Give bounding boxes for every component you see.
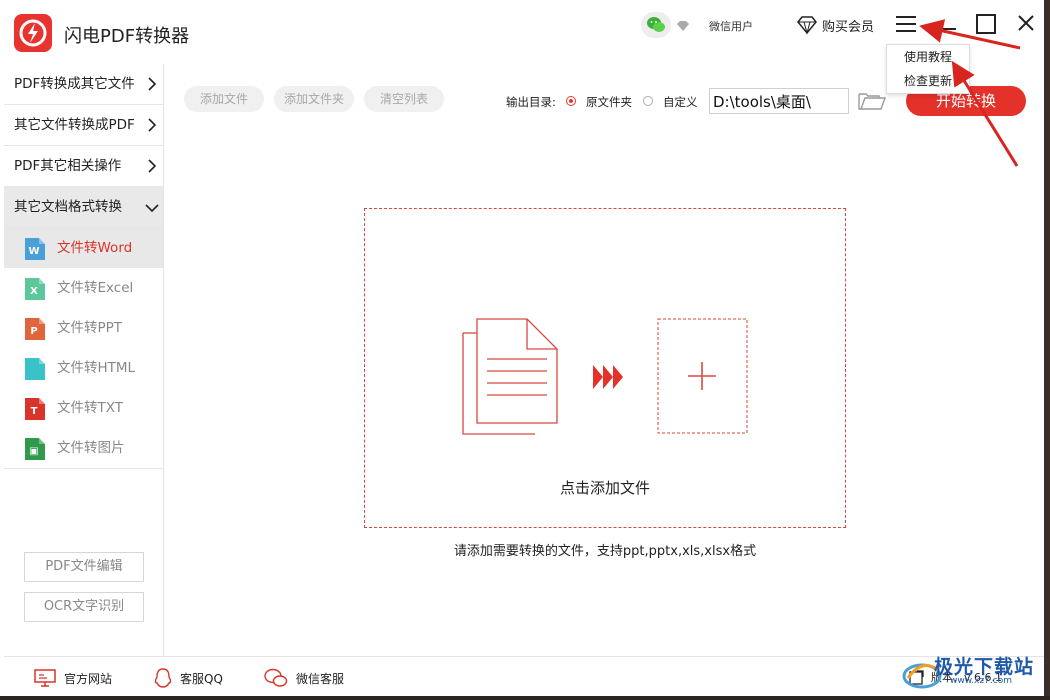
footer: 官方网站 客服QQ 微信客服 版本：v 6.6.1 bbox=[4, 656, 1044, 696]
add-folder-button[interactable]: 添加文件夹 bbox=[274, 86, 354, 112]
sub-item-label: 文件转PPT bbox=[57, 320, 123, 336]
svg-text:P: P bbox=[30, 326, 37, 337]
sub-item-label: 文件转TXT bbox=[57, 400, 124, 416]
sub-item-list: W 文件转Word X 文件转Excel P 文件转PPT 文件转HTML T 文件转TXT ▣ 文… bbox=[4, 228, 163, 468]
maximize-button[interactable] bbox=[971, 10, 1001, 38]
drop-zone-text: 点击添加文件 bbox=[559, 479, 650, 497]
image-file-icon: ▣ bbox=[24, 437, 46, 461]
excel-file-icon: X bbox=[24, 277, 46, 301]
official-site-link[interactable]: 官方网站 bbox=[34, 667, 112, 689]
sidebar-sub-item[interactable]: W 文件转Word bbox=[4, 228, 163, 268]
chevron-down-icon bbox=[145, 204, 159, 213]
sidebar-sub-item[interactable]: 文件转HTML bbox=[4, 348, 163, 388]
html-file-icon bbox=[24, 357, 46, 381]
sidebar-sub-item[interactable]: X 文件转Excel bbox=[4, 268, 163, 308]
sidebar-category-pdf-other-ops[interactable]: PDF其它相关操作 bbox=[4, 146, 163, 187]
sub-item-label: 文件转HTML bbox=[57, 360, 136, 376]
output-path-input[interactable] bbox=[709, 88, 849, 114]
radio-source-folder-label: 原文件夹 bbox=[586, 95, 632, 109]
clear-list-button[interactable]: 清空列表 bbox=[364, 86, 444, 112]
desktop-background bbox=[1044, 0, 1050, 700]
buy-member-label: 购买会员 bbox=[822, 19, 875, 35]
txt-file-icon: T bbox=[24, 397, 46, 421]
qq-penguin-icon bbox=[154, 668, 172, 688]
hamburger-menu-button[interactable] bbox=[892, 10, 922, 38]
radio-source-folder[interactable] bbox=[566, 96, 576, 106]
word-file-icon: W bbox=[24, 237, 46, 261]
radio-custom[interactable] bbox=[643, 96, 653, 106]
supported-formats-hint: 请添加需要转换的文件，支持ppt,pptx,xls,xlsx格式 bbox=[453, 544, 757, 559]
chevron-right-icon bbox=[148, 159, 157, 173]
close-button[interactable] bbox=[1011, 10, 1041, 38]
sidebar-category-other-doc-convert[interactable]: 其它文档格式转换 bbox=[4, 187, 163, 228]
sidebar-sub-item[interactable]: P 文件转PPT bbox=[4, 308, 163, 348]
sidebar-category-other-to-pdf[interactable]: 其它文件转换成PDF bbox=[4, 105, 163, 146]
wechat-icon[interactable] bbox=[641, 12, 671, 38]
pdf-edit-button[interactable]: PDF文件编辑 bbox=[24, 552, 144, 582]
vip-diamond-icon bbox=[676, 17, 690, 36]
sub-item-label: 文件转Excel bbox=[57, 280, 134, 296]
output-dir-label: 输出目录: bbox=[506, 95, 556, 109]
sidebar: PDF转换成其它文件 其它文件转换成PDF PDF其它相关操作 其它文档格式转换… bbox=[4, 64, 164, 656]
add-file-button[interactable]: 添加文件 bbox=[184, 86, 264, 112]
wechat-support-link[interactable]: 微信客服 bbox=[264, 667, 344, 689]
monitor-icon bbox=[34, 669, 56, 687]
sidebar-sub-item[interactable]: ▣ 文件转图片 bbox=[4, 428, 163, 468]
svg-text:T: T bbox=[31, 406, 38, 417]
qq-support-label: 客服QQ bbox=[180, 671, 223, 686]
app-window: 闪电PDF转换器 微信用户 购买会员 PDF转换成其它文件 其它文件转换成PDF… bbox=[0, 0, 1050, 700]
desktop-background bbox=[0, 696, 1050, 700]
main-menu-dropdown: 使用教程 检查更新 bbox=[886, 44, 970, 94]
svg-text:▣: ▣ bbox=[29, 446, 38, 457]
buy-member-button[interactable]: 购买会员 bbox=[796, 12, 874, 38]
wechat-support-icon bbox=[264, 668, 288, 687]
ppt-file-icon: P bbox=[24, 317, 46, 341]
chevron-right-icon bbox=[148, 118, 157, 132]
folder-open-icon[interactable] bbox=[857, 90, 887, 116]
chevron-right-icon bbox=[148, 77, 157, 91]
divider bbox=[4, 468, 163, 469]
diamond-icon bbox=[797, 16, 817, 35]
wechat-support-label: 微信客服 bbox=[296, 671, 345, 686]
category-label: PDF其它相关操作 bbox=[14, 158, 122, 174]
sub-item-label: 文件转图片 bbox=[57, 440, 125, 456]
ocr-button[interactable]: OCR文字识别 bbox=[24, 592, 144, 622]
menu-item-tutorial[interactable]: 使用教程 bbox=[887, 45, 969, 69]
svg-text:X: X bbox=[30, 286, 38, 297]
app-logo-icon bbox=[14, 14, 52, 52]
menu-item-check-update[interactable]: 检查更新 bbox=[887, 69, 969, 93]
svg-text:W: W bbox=[28, 246, 39, 257]
category-label: 其它文档格式转换 bbox=[14, 199, 122, 215]
minimize-button[interactable] bbox=[931, 10, 961, 38]
user-name: 微信用户 bbox=[709, 20, 753, 33]
watermark-url: www.xz7.com bbox=[950, 676, 1012, 686]
file-drop-zone[interactable]: 点击添加文件 bbox=[364, 208, 846, 528]
official-site-label: 官方网站 bbox=[64, 671, 113, 686]
sidebar-sub-item[interactable]: T 文件转TXT bbox=[4, 388, 163, 428]
radio-custom-label: 自定义 bbox=[663, 95, 698, 109]
app-title: 闪电PDF转换器 bbox=[64, 26, 190, 47]
category-label: 其它文件转换成PDF bbox=[14, 117, 135, 133]
sub-item-label: 文件转Word bbox=[57, 240, 133, 256]
sidebar-category-pdf-to-other[interactable]: PDF转换成其它文件 bbox=[4, 64, 163, 105]
category-label: PDF转换成其它文件 bbox=[14, 76, 135, 92]
qq-support-link[interactable]: 客服QQ bbox=[154, 667, 223, 689]
watermark-text: 极光下载站 bbox=[934, 656, 1035, 678]
